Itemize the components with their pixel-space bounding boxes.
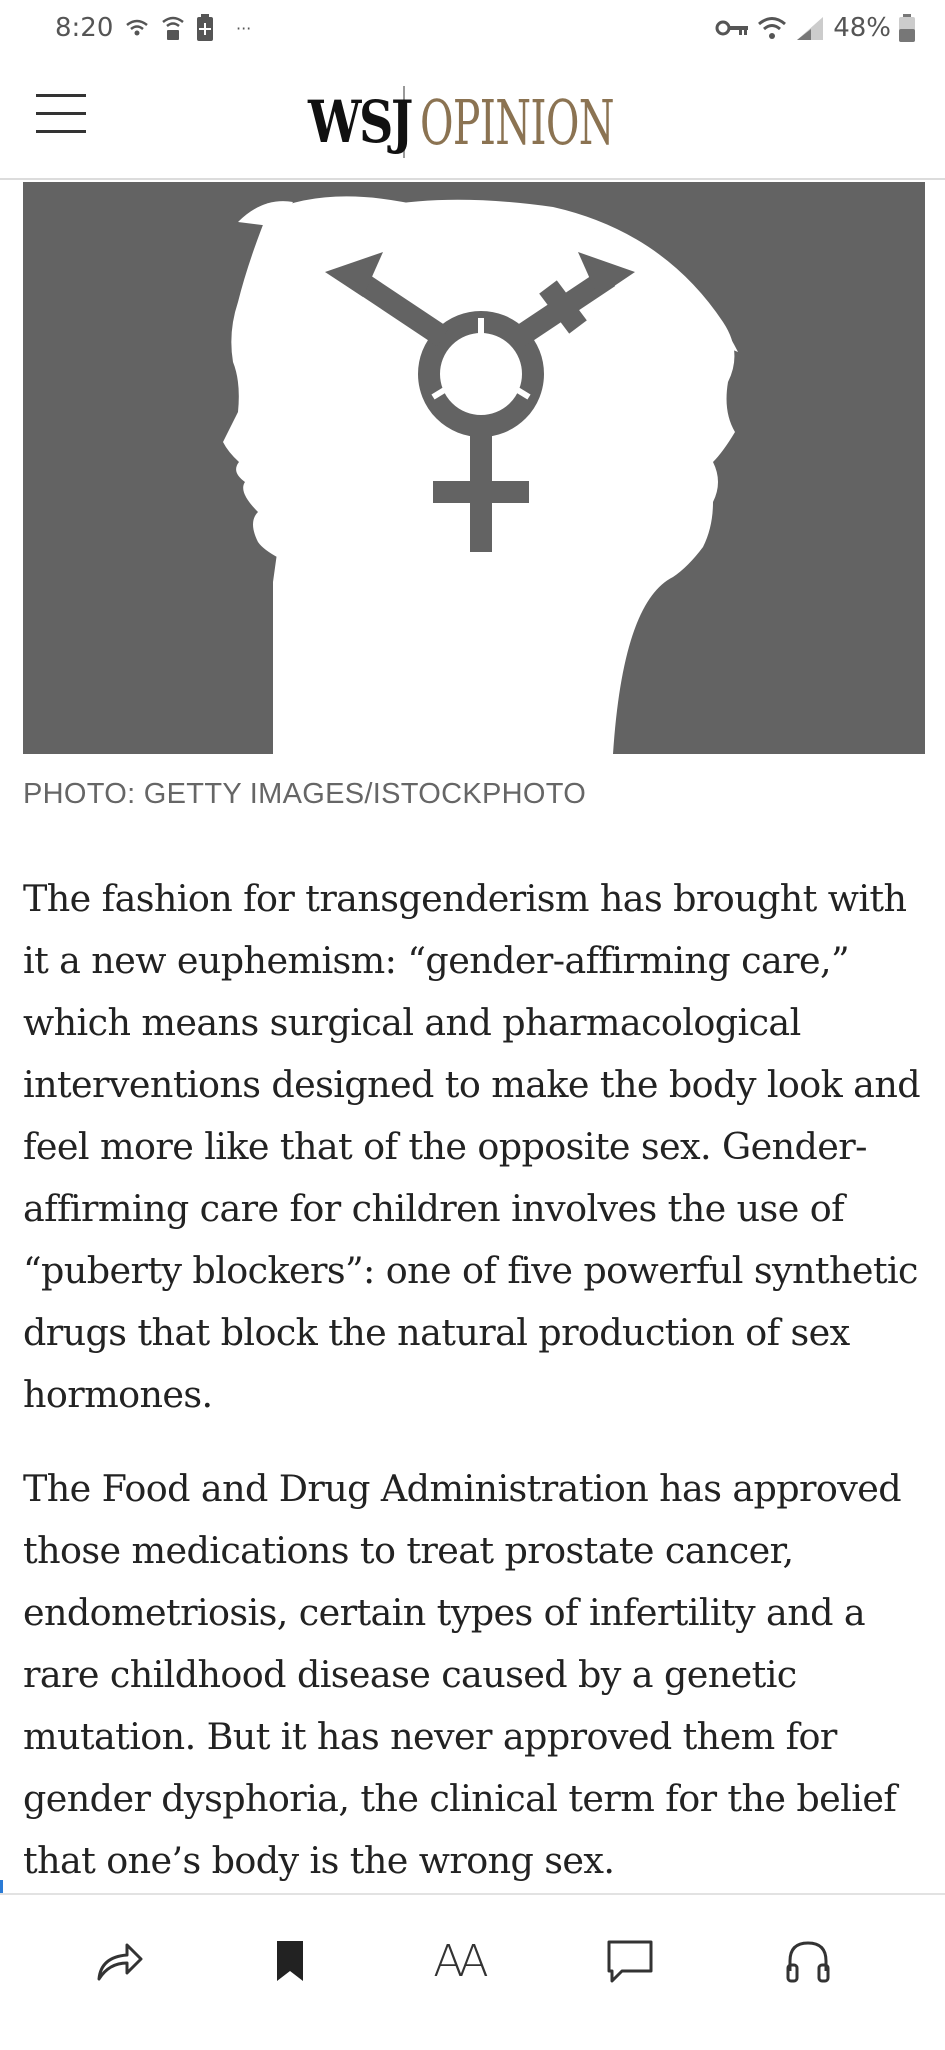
article-paragraph-2: The Food and Drug Administration has app…	[23, 1467, 902, 1882]
text-size-button[interactable]: AA	[428, 1931, 488, 1991]
battery-percent: 48%	[833, 13, 891, 43]
more-dots-icon: ···	[236, 18, 252, 38]
bookmark-icon	[275, 1939, 305, 1983]
battery-icon	[899, 14, 915, 42]
battery-saver-icon	[196, 14, 214, 42]
bookmark-button[interactable]	[260, 1931, 320, 1991]
share-button[interactable]	[90, 1931, 150, 1991]
headphones-icon	[784, 1937, 832, 1985]
text-size-icon: AA	[433, 1935, 488, 1987]
status-right-icons: 48%	[715, 13, 915, 43]
silhouette-illustration	[223, 196, 738, 754]
hamburger-menu-icon[interactable]	[36, 94, 86, 138]
logo-section-text: OPINION	[420, 85, 615, 159]
status-left-icons: ···	[124, 14, 251, 42]
comment-bubble-icon	[606, 1939, 654, 1983]
share-arrow-icon	[95, 1939, 145, 1983]
wsj-opinion-logo[interactable]: WSJ OPINION	[308, 82, 714, 162]
comments-button[interactable]	[600, 1931, 660, 1991]
bottom-toolbar: AA	[0, 1893, 945, 2050]
wifi-lock-icon	[160, 14, 186, 42]
wifi-calling-icon	[124, 17, 150, 39]
article-body: The fashion for transgenderism has broug…	[23, 868, 923, 1924]
signal-icon	[795, 15, 825, 41]
image-caption: PHOTO: GETTY IMAGES/ISTOCKPHOTO	[23, 778, 587, 810]
hero-image	[23, 182, 925, 754]
status-bar: 8:20 ··· 48%	[0, 0, 945, 58]
logo-wsj-text: WSJ	[308, 88, 413, 156]
status-time: 8:20	[55, 13, 114, 43]
app-header: WSJ OPINION	[0, 62, 945, 180]
article-paragraph-1: The fashion for transgenderism has broug…	[23, 877, 921, 1416]
listen-button[interactable]	[778, 1931, 838, 1991]
vpn-key-icon	[715, 18, 749, 38]
wifi-icon	[757, 15, 787, 41]
